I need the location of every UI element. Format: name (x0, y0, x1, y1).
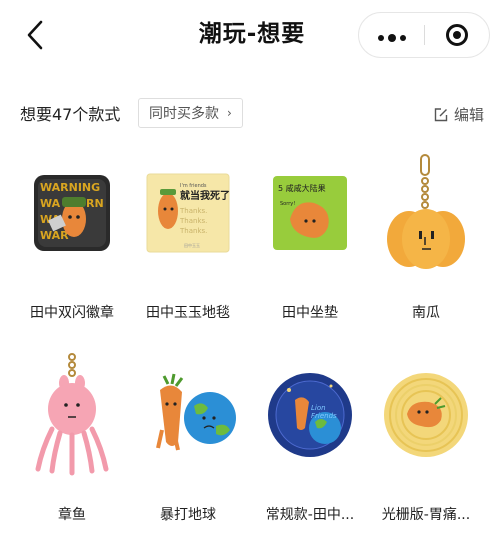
item-name: 田中坐垫 (282, 305, 338, 321)
nav-bar: 潮玩-想要 (0, 0, 504, 70)
blue-plate-image: Lion Friends (260, 350, 360, 480)
mini-program-capsule (358, 12, 490, 58)
svg-text:Lion: Lion (311, 404, 326, 412)
item-name: 常规款-田中... (265, 507, 355, 523)
svg-text:Thanks.: Thanks. (179, 217, 207, 225)
edit-label: 编辑 (453, 106, 484, 124)
svg-text:Sorry!: Sorry! (280, 201, 295, 207)
svg-text:WAR: WAR (40, 229, 69, 242)
svg-text:WA: WA (40, 197, 61, 210)
gold-plate-image (376, 350, 476, 480)
octopus-keychain-image (22, 350, 122, 480)
pumpkin-keychain-image (376, 148, 476, 278)
chevron-right-icon: › (227, 106, 232, 120)
svg-text:Thanks.: Thanks. (179, 207, 207, 215)
item-name: 章鱼 (58, 507, 86, 523)
cushion-image: 5 咸咸大陆果 Sorry! (260, 148, 360, 278)
close-button[interactable] (425, 13, 489, 57)
svg-text:就当我死了: 就当我死了 (180, 189, 230, 202)
sub-toolbar: 想要47个款式 同时买多款 › 编辑 (0, 96, 504, 134)
rug-image: 就当我死了 I'm friends Thanks. Thanks. Thanks. … (138, 148, 238, 278)
multi-buy-label: 同时买多款 (149, 106, 219, 122)
svg-text:Thanks.: Thanks. (179, 227, 207, 235)
item-name: 暴打地球 (160, 507, 216, 523)
svg-text:田中玉玉: 田中玉玉 (184, 242, 200, 248)
item-name: 南瓜 (412, 305, 440, 321)
edit-icon (434, 108, 448, 122)
carrot-earth-image (138, 350, 238, 480)
more-button[interactable] (359, 13, 424, 57)
wishlist-count: 想要47个款式 (20, 105, 121, 124)
edit-button[interactable]: 编辑 (434, 104, 484, 126)
item-name: 田中双闪徽章 (30, 305, 114, 321)
item-name: 光栅版-胃痛... (381, 507, 471, 523)
target-close-icon (446, 24, 468, 46)
item-name: 田中玉玉地毯 (146, 305, 230, 321)
more-dots-icon (376, 26, 408, 45)
multi-buy-button[interactable]: 同时买多款 › (138, 98, 243, 128)
svg-text:WARNING: WARNING (40, 181, 100, 194)
badge-image: WARNING WA RN WA WAR (22, 148, 122, 278)
svg-text:Friends: Friends (311, 412, 337, 420)
svg-text:5 咸咸大陆果: 5 咸咸大陆果 (278, 183, 326, 193)
svg-text:I'm friends: I'm friends (180, 183, 207, 189)
svg-text:RN: RN (86, 197, 104, 210)
